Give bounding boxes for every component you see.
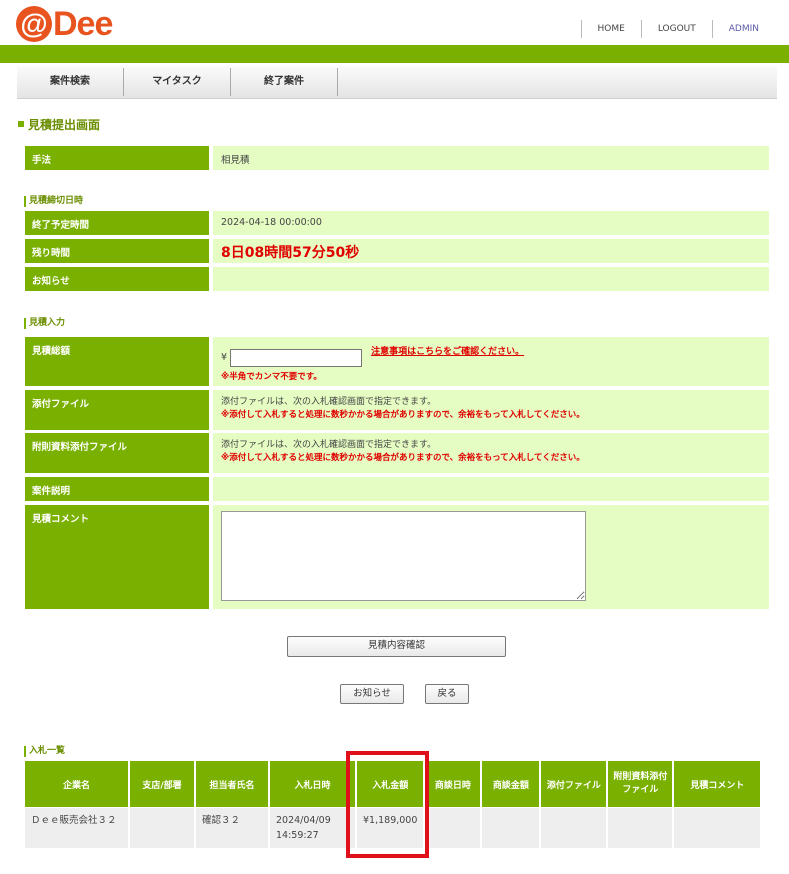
notice-row: お知らせ bbox=[25, 267, 769, 291]
attach-label: 添付ファイル bbox=[25, 390, 209, 430]
comment-row: 見積コメント bbox=[25, 505, 769, 609]
top-nav: HOME LOGOUT ADMIN bbox=[580, 20, 789, 38]
dee-logo[interactable]: @ Dee bbox=[16, 5, 113, 43]
attach-row: 添付ファイル 添付ファイルは、次の入札確認画面で指定できます。 ※添付して入札す… bbox=[25, 390, 769, 430]
total-row: 見積総額 ¥ 注意事項はこちらをご確認ください。 ※半角でカンマ不要です。 bbox=[25, 337, 769, 386]
col-nego-time: 商談日時 bbox=[425, 761, 481, 808]
logo-at-mark: @ bbox=[16, 6, 52, 42]
notes-link[interactable]: 注意事項はこちらをご確認ください。 bbox=[371, 347, 524, 357]
cell-company: Ｄｅｅ販売会社３２ bbox=[25, 808, 128, 848]
end-time-value: 2024-04-18 00:00:00 bbox=[213, 211, 769, 235]
col-branch: 支店/部署 bbox=[130, 761, 194, 808]
remain-time-value: 8日08時間57分50秒 bbox=[221, 245, 360, 261]
notice-button[interactable]: お知らせ bbox=[340, 684, 404, 704]
col-ref-attach: 附則資料添付 ファイル bbox=[608, 761, 673, 808]
col-bid-time: 入札日時 bbox=[270, 761, 355, 808]
total-label: 見積総額 bbox=[25, 337, 209, 386]
col-nego-amount: 商談金額 bbox=[482, 761, 540, 808]
cell-attach bbox=[541, 808, 607, 848]
cell-comment bbox=[674, 808, 761, 848]
comment-textarea[interactable] bbox=[221, 511, 586, 601]
attach-warning: ※添付して入札すると処理に数秒かかる場合がありますので、余裕をもって入札してくだ… bbox=[221, 410, 585, 420]
desc-row: 案件説明 bbox=[25, 477, 769, 501]
cell-nego-time bbox=[425, 808, 481, 848]
cell-person: 確認３２ bbox=[196, 808, 268, 848]
desc-label: 案件説明 bbox=[25, 477, 209, 501]
attach-info: 添付ファイルは、次の入札確認画面で指定できます。 bbox=[221, 397, 437, 407]
main-menu: 案件検索 マイタスク 終了案件 bbox=[17, 66, 777, 99]
total-cell: ¥ 注意事項はこちらをご確認ください。 ※半角でカンマ不要です。 bbox=[213, 337, 769, 386]
col-comment: 見積コメント bbox=[674, 761, 761, 808]
ref-attach-info: 添付ファイルは、次の入札確認画面で指定できます。 bbox=[221, 440, 437, 450]
ref-attach-warning: ※添付して入札すると処理に数秒かかる場合がありますので、余裕をもって入札してくだ… bbox=[221, 453, 585, 463]
notice-value bbox=[213, 267, 769, 291]
col-person: 担当者氏名 bbox=[196, 761, 268, 808]
cell-bid-time: 2024/04/09 14:59:27 bbox=[270, 808, 355, 848]
notice-label: お知らせ bbox=[25, 267, 209, 291]
method-value: 相見積 bbox=[213, 146, 769, 170]
comment-cell bbox=[213, 505, 769, 609]
col-company: 企業名 bbox=[25, 761, 128, 808]
menu-item-finished[interactable]: 終了案件 bbox=[231, 68, 338, 96]
comma-note: ※半角でカンマ不要です。 bbox=[221, 371, 322, 382]
input-section-title: 見積入力 bbox=[24, 318, 65, 329]
ref-attach-cell: 添付ファイルは、次の入札確認画面で指定できます。 ※添付して入札すると処理に数秒… bbox=[213, 433, 769, 473]
bid-amount-highlight-box bbox=[346, 751, 429, 858]
page-title-text: 見積提出画面 bbox=[28, 118, 101, 132]
ref-attach-label: 附則資料添付ファイル bbox=[25, 433, 209, 473]
back-button[interactable]: 戻る bbox=[425, 684, 469, 704]
confirm-button[interactable]: 見積内容確認 bbox=[287, 636, 506, 657]
page-title: 見積提出画面 bbox=[18, 116, 100, 133]
end-time-label: 終了予定時間 bbox=[25, 211, 209, 235]
cell-branch bbox=[130, 808, 194, 848]
col-attach: 添付ファイル bbox=[541, 761, 607, 808]
end-time-row: 終了予定時間 2024-04-18 00:00:00 bbox=[25, 211, 769, 235]
ref-attach-row: 附則資料添付ファイル 添付ファイルは、次の入札確認画面で指定できます。 ※添付し… bbox=[25, 433, 769, 473]
attach-cell: 添付ファイルは、次の入札確認画面で指定できます。 ※添付して入札すると処理に数秒… bbox=[213, 390, 769, 430]
nav-home-link[interactable]: HOME bbox=[580, 20, 641, 38]
remain-time-cell: 8日08時間57分50秒 bbox=[213, 239, 769, 263]
comment-label: 見積コメント bbox=[25, 505, 209, 609]
menu-item-search[interactable]: 案件検索 bbox=[17, 68, 124, 96]
cell-nego-amount bbox=[482, 808, 540, 848]
deadline-section-title: 見積締切日時 bbox=[24, 196, 83, 207]
nav-admin-link[interactable]: ADMIN bbox=[711, 20, 789, 38]
nav-logout-link[interactable]: LOGOUT bbox=[640, 20, 712, 38]
cell-ref-attach bbox=[608, 808, 673, 848]
method-row: 手法 相見積 bbox=[25, 146, 769, 170]
desc-value bbox=[213, 477, 769, 501]
amount-input[interactable] bbox=[230, 348, 363, 367]
remain-time-label: 残り時間 bbox=[25, 239, 209, 263]
bids-section-title: 入札一覧 bbox=[24, 746, 65, 757]
title-square-icon bbox=[18, 121, 24, 127]
remain-time-row: 残り時間 8日08時間57分50秒 bbox=[25, 239, 769, 263]
menu-item-my-task[interactable]: マイタスク bbox=[124, 68, 231, 96]
method-label: 手法 bbox=[25, 146, 209, 170]
yen-symbol: ¥ bbox=[221, 352, 228, 363]
header-green-bar bbox=[0, 45, 789, 63]
logo-text: Dee bbox=[53, 5, 113, 43]
